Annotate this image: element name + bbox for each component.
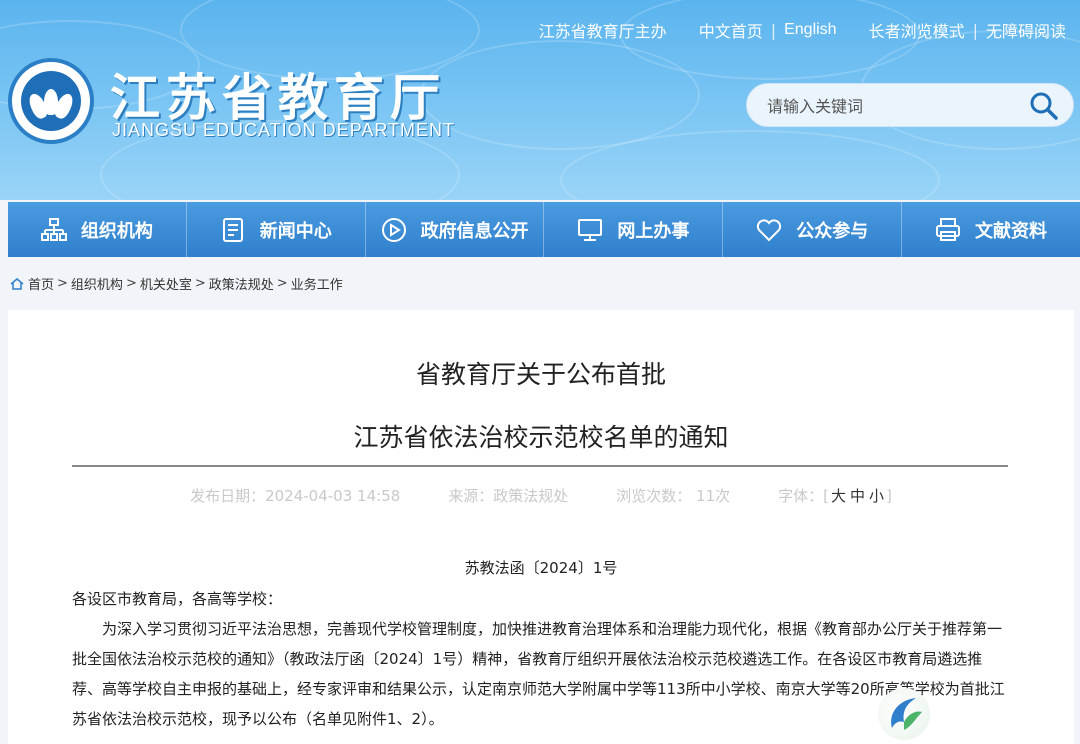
search-box [746,83,1074,127]
breadcrumb-home[interactable]: 首页 [28,274,54,293]
article-title-line1: 省教育厅关于公布首批 [415,360,666,389]
breadcrumb-offices[interactable]: 机关处室 [140,274,192,293]
publish-date: 发布日期：2024-04-03 14:58 [190,487,401,505]
breadcrumb-policy[interactable]: 政策法规处 [209,274,274,293]
nav-item-literature[interactable]: 文献资料 [902,202,1080,257]
salutation: 各设区市教育局，各高等学校： [72,590,283,608]
title-divider [72,465,1008,467]
nav-item-news[interactable]: 新闻中心 [187,202,366,257]
accessible-link[interactable]: 无障碍阅读 [986,18,1066,42]
nav-item-public-participation[interactable]: 公众参与 [723,202,903,257]
breadcrumb: 首页 > 组织机构 > 机关处室 > 政策法规处 > 业务工作 [10,274,343,293]
site-header: 江苏省教育厅主办 中文首页 | English 长者浏览模式 | 无障碍阅读 江… [0,0,1080,200]
monitor-icon [578,218,603,241]
nav-label: 政府信息公开 [420,220,529,242]
nav-label: 公众参与 [796,220,869,242]
font-size-control: 字体：[大中小] [778,487,892,505]
document-icon [222,217,243,242]
english-link[interactable]: English [784,21,836,39]
breadcrumb-business[interactable]: 业务工作 [291,274,343,293]
top-links: 江苏省教育厅主办 中文首页 | English 长者浏览模式 | 无障碍阅读 [539,18,1066,42]
view-count: 浏览次数： 11次 [616,487,731,505]
body-paragraph: 为深入学习贯彻习近平法治思想，完善现代学校管理制度，加快推进教育治理体系和治理能… [72,620,1005,728]
printer-icon [936,217,961,241]
nav-label: 新闻中心 [259,220,332,242]
article-title-line2: 江苏省依法治校示范校名单的通知 [353,423,729,452]
nav-label: 文献资料 [975,220,1048,242]
nav-label: 组织机构 [80,220,153,242]
heart-icon [757,218,782,241]
main-nav: 组织机构 新闻中心 政府信息公开 网上办事 公众参与 文献资料 [8,202,1080,257]
nav-label: 网上办事 [617,220,690,242]
article: 省教育厅关于公布首批 江苏省依法治校示范校名单的通知 发布日期：2024-04-… [8,310,1074,744]
elder-mode-link[interactable]: 长者浏览模式 [869,18,965,42]
nav-item-gov-info[interactable]: 政府信息公开 [366,202,545,257]
document-number: 苏教法函〔2024〕1号 [464,559,618,577]
play-circle-icon [381,217,406,242]
article-meta: 发布日期：2024-04-03 14:58 来源：政策法规处 浏览次数： 11次… [8,485,1074,506]
sponsor-text: 江苏省教育厅主办 [538,22,667,41]
nav-item-online-service[interactable]: 网上办事 [544,202,724,257]
cn-home-link[interactable]: 中文首页 [699,18,763,42]
breadcrumb-org[interactable]: 组织机构 [71,274,123,293]
logo-title-en: JIANGSU EDUCATION DEPARTMENT [112,120,456,140]
font-small-button[interactable]: 小 [869,487,884,505]
floating-logo-watermark [878,688,930,740]
search-input[interactable] [767,94,1017,118]
nav-item-org[interactable]: 组织机构 [8,202,187,257]
search-icon[interactable] [1029,91,1059,121]
home-icon [10,277,24,290]
font-medium-button[interactable]: 中 [850,487,865,505]
article-source: 来源：政策法规处 [448,487,569,505]
department-emblem-logo[interactable] [8,58,94,144]
font-large-button[interactable]: 大 [831,487,846,505]
org-chart-icon [40,217,67,241]
